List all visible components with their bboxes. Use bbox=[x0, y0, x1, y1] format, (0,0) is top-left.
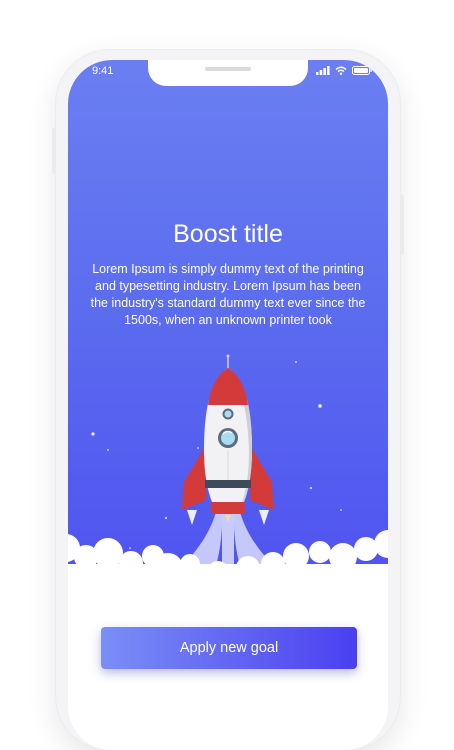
phone-notch bbox=[148, 60, 308, 86]
status-time: 9:41 bbox=[92, 65, 114, 77]
rocket-illustration bbox=[68, 354, 388, 620]
signal-icon bbox=[316, 66, 330, 75]
phone-speaker bbox=[205, 67, 251, 71]
rocket bbox=[182, 354, 274, 514]
apply-new-goal-button[interactable]: Apply new goal bbox=[101, 627, 357, 669]
status-icons bbox=[316, 66, 372, 75]
phone-side-button-right bbox=[400, 195, 404, 255]
phone-side-button-left bbox=[52, 128, 56, 174]
boost-description: Lorem Ipsum is simply dummy text of the … bbox=[90, 261, 366, 327]
battery-icon bbox=[352, 66, 372, 75]
phone-screen: 9:41 Boost title Lorem Ipsum is simply d… bbox=[68, 60, 388, 750]
boost-title: Boost title bbox=[173, 219, 283, 248]
hero-background: 9:41 Boost title Lorem Ipsum is simply d… bbox=[68, 60, 388, 620]
wifi-icon bbox=[335, 66, 347, 75]
